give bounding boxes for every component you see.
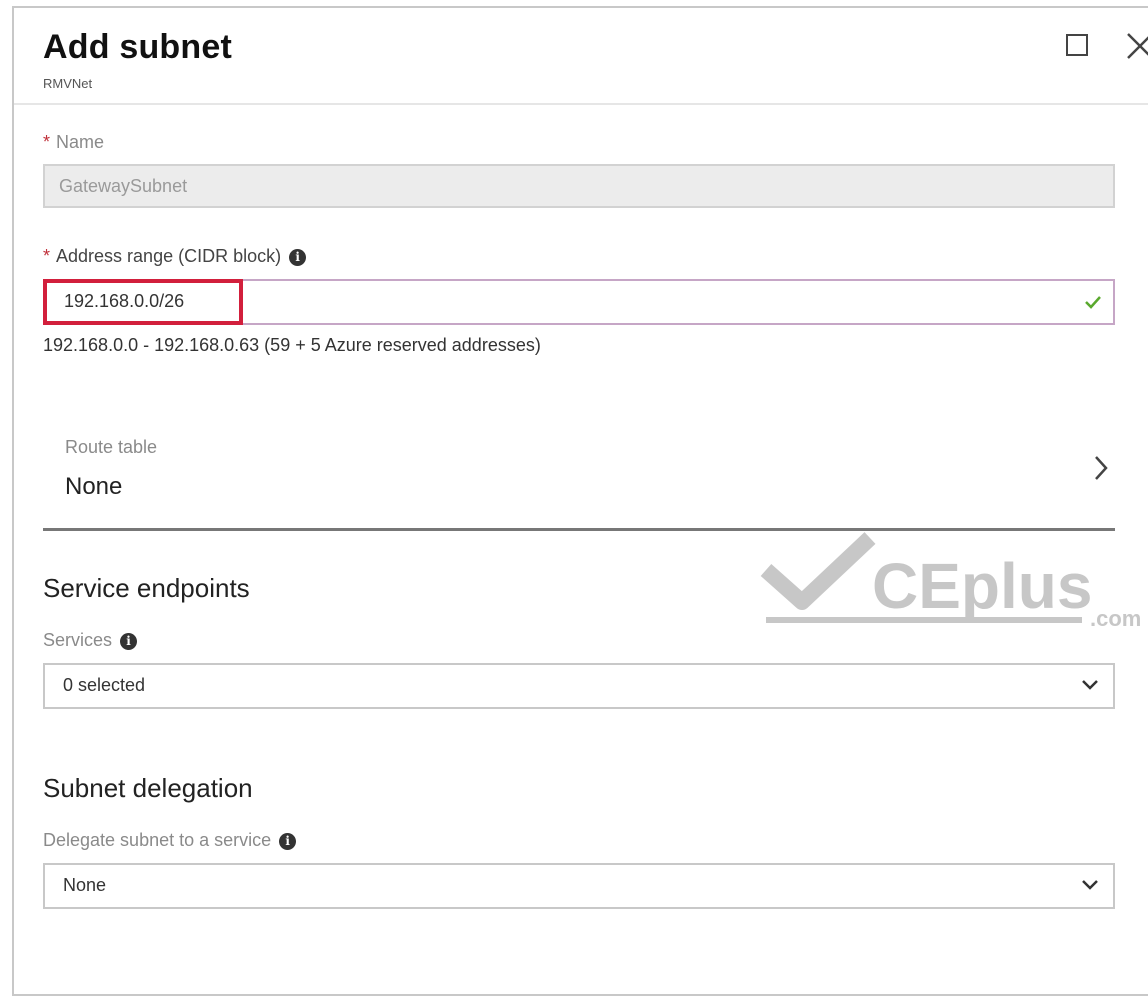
address-range-value[interactable]: 192.168.0.0/26 (43, 279, 243, 325)
info-icon[interactable]: i (279, 832, 297, 850)
chevron-down-icon (1082, 680, 1098, 690)
chevron-right-icon (1095, 456, 1108, 480)
close-icon[interactable] (1120, 26, 1148, 66)
address-range-label: * Address range (CIDR block) i (43, 246, 307, 267)
name-input[interactable]: GatewaySubnet (43, 164, 1115, 208)
chevron-down-icon (1082, 880, 1098, 890)
blade-header: Add subnet RMVNet (14, 8, 1148, 105)
service-endpoints-heading: Service endpoints (43, 573, 250, 603)
route-table-label: Route table (65, 437, 158, 457)
services-dropdown-value: 0 selected (63, 675, 146, 695)
name-label-text: Name (56, 132, 105, 152)
route-table-selector[interactable]: Route table None (43, 423, 1115, 531)
address-range-input[interactable]: 192.168.0.0/26 (43, 279, 1115, 325)
delegation-dropdown[interactable]: None (43, 863, 1115, 909)
services-label: Services i (43, 630, 138, 651)
info-icon[interactable]: i (289, 248, 307, 266)
blade-subtitle: RMVNet (43, 76, 93, 91)
delegate-label-text: Delegate subnet to a service (43, 830, 272, 850)
route-table-value: None (65, 473, 123, 500)
info-icon[interactable]: i (120, 632, 138, 650)
maximize-icon[interactable] (1066, 34, 1088, 56)
delegate-label: Delegate subnet to a service i (43, 830, 297, 851)
address-range-label-text: Address range (CIDR block) (56, 246, 282, 266)
required-marker: * (43, 246, 51, 266)
services-label-text: Services (43, 630, 113, 650)
name-label: * Name (43, 132, 104, 153)
services-dropdown[interactable]: 0 selected (43, 663, 1115, 709)
blade-title: Add subnet (43, 28, 232, 66)
valid-check-icon (1085, 296, 1101, 309)
delegation-dropdown-value: None (63, 875, 107, 895)
address-range-summary: 192.168.0.0 - 192.168.0.63 (59 + 5 Azure… (43, 335, 541, 355)
required-marker: * (43, 132, 51, 152)
subnet-delegation-heading: Subnet delegation (43, 773, 253, 803)
add-subnet-blade: Add subnet RMVNet * Name GatewaySubnet * A… (12, 6, 1148, 996)
